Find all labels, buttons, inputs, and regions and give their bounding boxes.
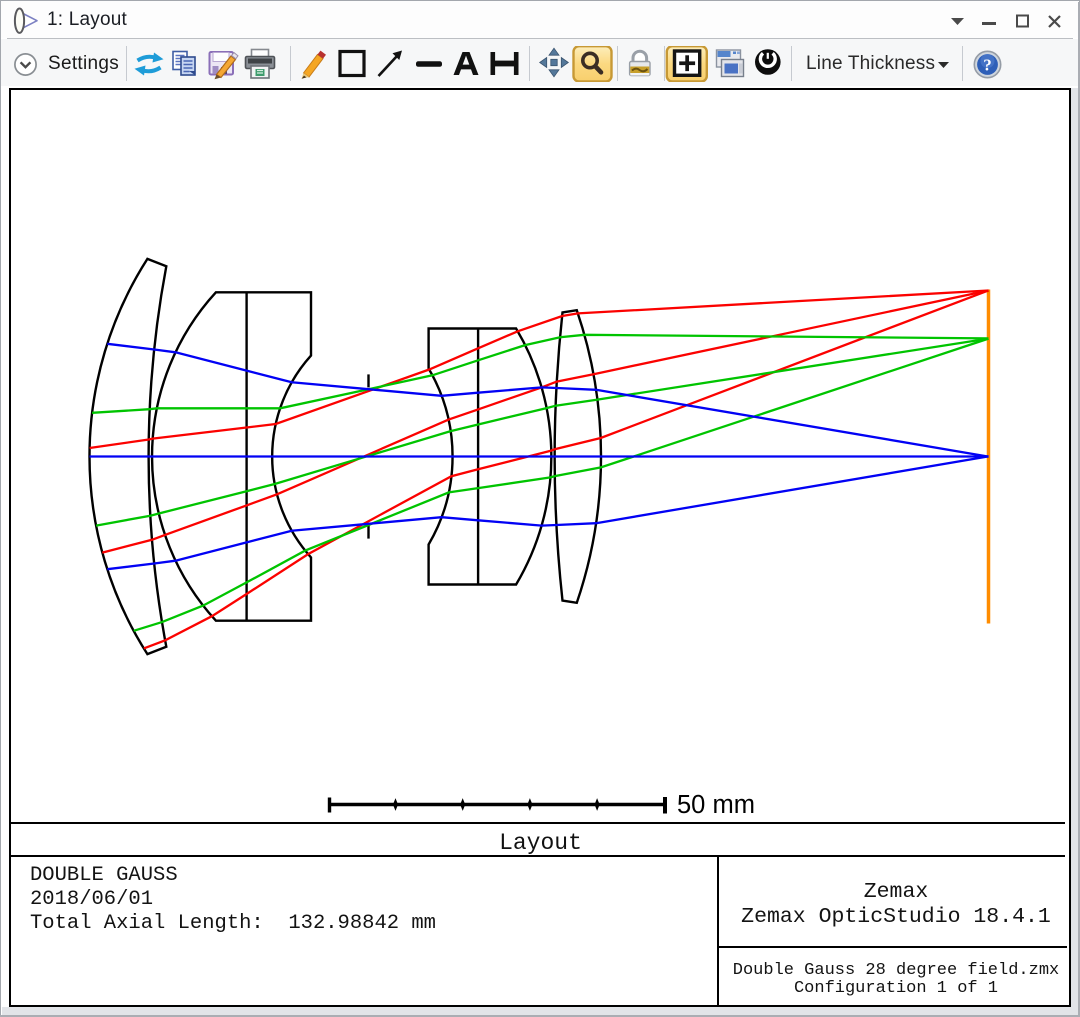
svg-text:50 mm: 50 mm xyxy=(677,791,755,819)
